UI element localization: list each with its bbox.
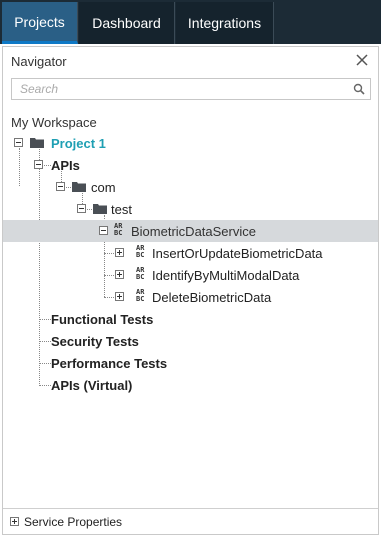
package-label: com — [91, 180, 116, 195]
folder-icon — [93, 204, 107, 214]
tree-item-performance-tests[interactable]: Performance Tests — [3, 352, 378, 374]
service-properties-label: Service Properties — [24, 515, 123, 529]
search-input[interactable] — [12, 79, 342, 99]
navigator-panel: Navigator My Workspace — [2, 46, 379, 535]
functional-tests-label: Functional Tests — [51, 312, 154, 327]
tab-dashboard[interactable]: Dashboard — [79, 2, 175, 44]
tree-item-operation[interactable]: AR BC IdentifyByMultiModalData — [3, 264, 378, 286]
apis-label: APIs — [51, 158, 80, 173]
project-label: Project 1 — [51, 136, 106, 151]
search-box — [11, 78, 371, 100]
collapse-icon[interactable] — [14, 138, 23, 147]
top-tab-bar: Projects Dashboard Integrations — [0, 0, 381, 44]
tree-item-operation[interactable]: AR BC DeleteBiometricData — [3, 286, 378, 308]
expand-icon[interactable] — [115, 248, 124, 257]
tree-item-functional-tests[interactable]: Functional Tests — [3, 308, 378, 330]
expand-icon[interactable] — [115, 292, 124, 301]
operation-label: DeleteBiometricData — [152, 290, 272, 305]
performance-tests-label: Performance Tests — [51, 356, 168, 371]
service-icon: AR BC — [114, 222, 123, 237]
collapse-icon[interactable] — [77, 204, 86, 213]
tree-item-service[interactable]: AR BC BiometricDataService — [3, 220, 378, 242]
folder-icon — [30, 138, 44, 148]
package-label: test — [111, 202, 132, 217]
tree-item-operation[interactable]: AR BC InsertOrUpdateBiometricData — [3, 242, 378, 264]
workspace-label: My Workspace — [11, 115, 97, 130]
expand-icon[interactable] — [10, 517, 19, 526]
service-label: BiometricDataService — [131, 224, 256, 239]
navigator-title: Navigator — [11, 54, 67, 69]
tree-item-security-tests[interactable]: Security Tests — [3, 330, 378, 352]
service-properties-bar[interactable]: Service Properties — [3, 508, 378, 534]
folder-icon — [72, 182, 86, 192]
tree-item-apis[interactable]: APIs — [3, 154, 378, 176]
tab-projects[interactable]: Projects — [2, 2, 78, 44]
collapse-icon[interactable] — [99, 226, 108, 235]
apis-virtual-label: APIs (Virtual) — [51, 378, 133, 393]
operation-icon: AR BC — [136, 244, 145, 259]
tree-item-com[interactable]: com — [3, 176, 378, 198]
search-icon[interactable] — [353, 83, 365, 95]
expand-icon[interactable] — [115, 270, 124, 279]
operation-label: IdentifyByMultiModalData — [152, 268, 300, 283]
operation-icon: AR BC — [136, 266, 145, 281]
collapse-icon[interactable] — [34, 160, 43, 169]
security-tests-label: Security Tests — [51, 334, 139, 349]
tree-item-project[interactable]: Project 1 — [3, 132, 378, 154]
tree-item-apis-virtual[interactable]: APIs (Virtual) — [3, 374, 378, 396]
collapse-icon[interactable] — [56, 182, 65, 191]
tab-integrations[interactable]: Integrations — [176, 2, 274, 44]
tree-item-test[interactable]: test — [3, 198, 378, 220]
operation-icon: AR BC — [136, 288, 145, 303]
operation-label: InsertOrUpdateBiometricData — [152, 246, 323, 261]
close-icon[interactable] — [354, 52, 370, 68]
